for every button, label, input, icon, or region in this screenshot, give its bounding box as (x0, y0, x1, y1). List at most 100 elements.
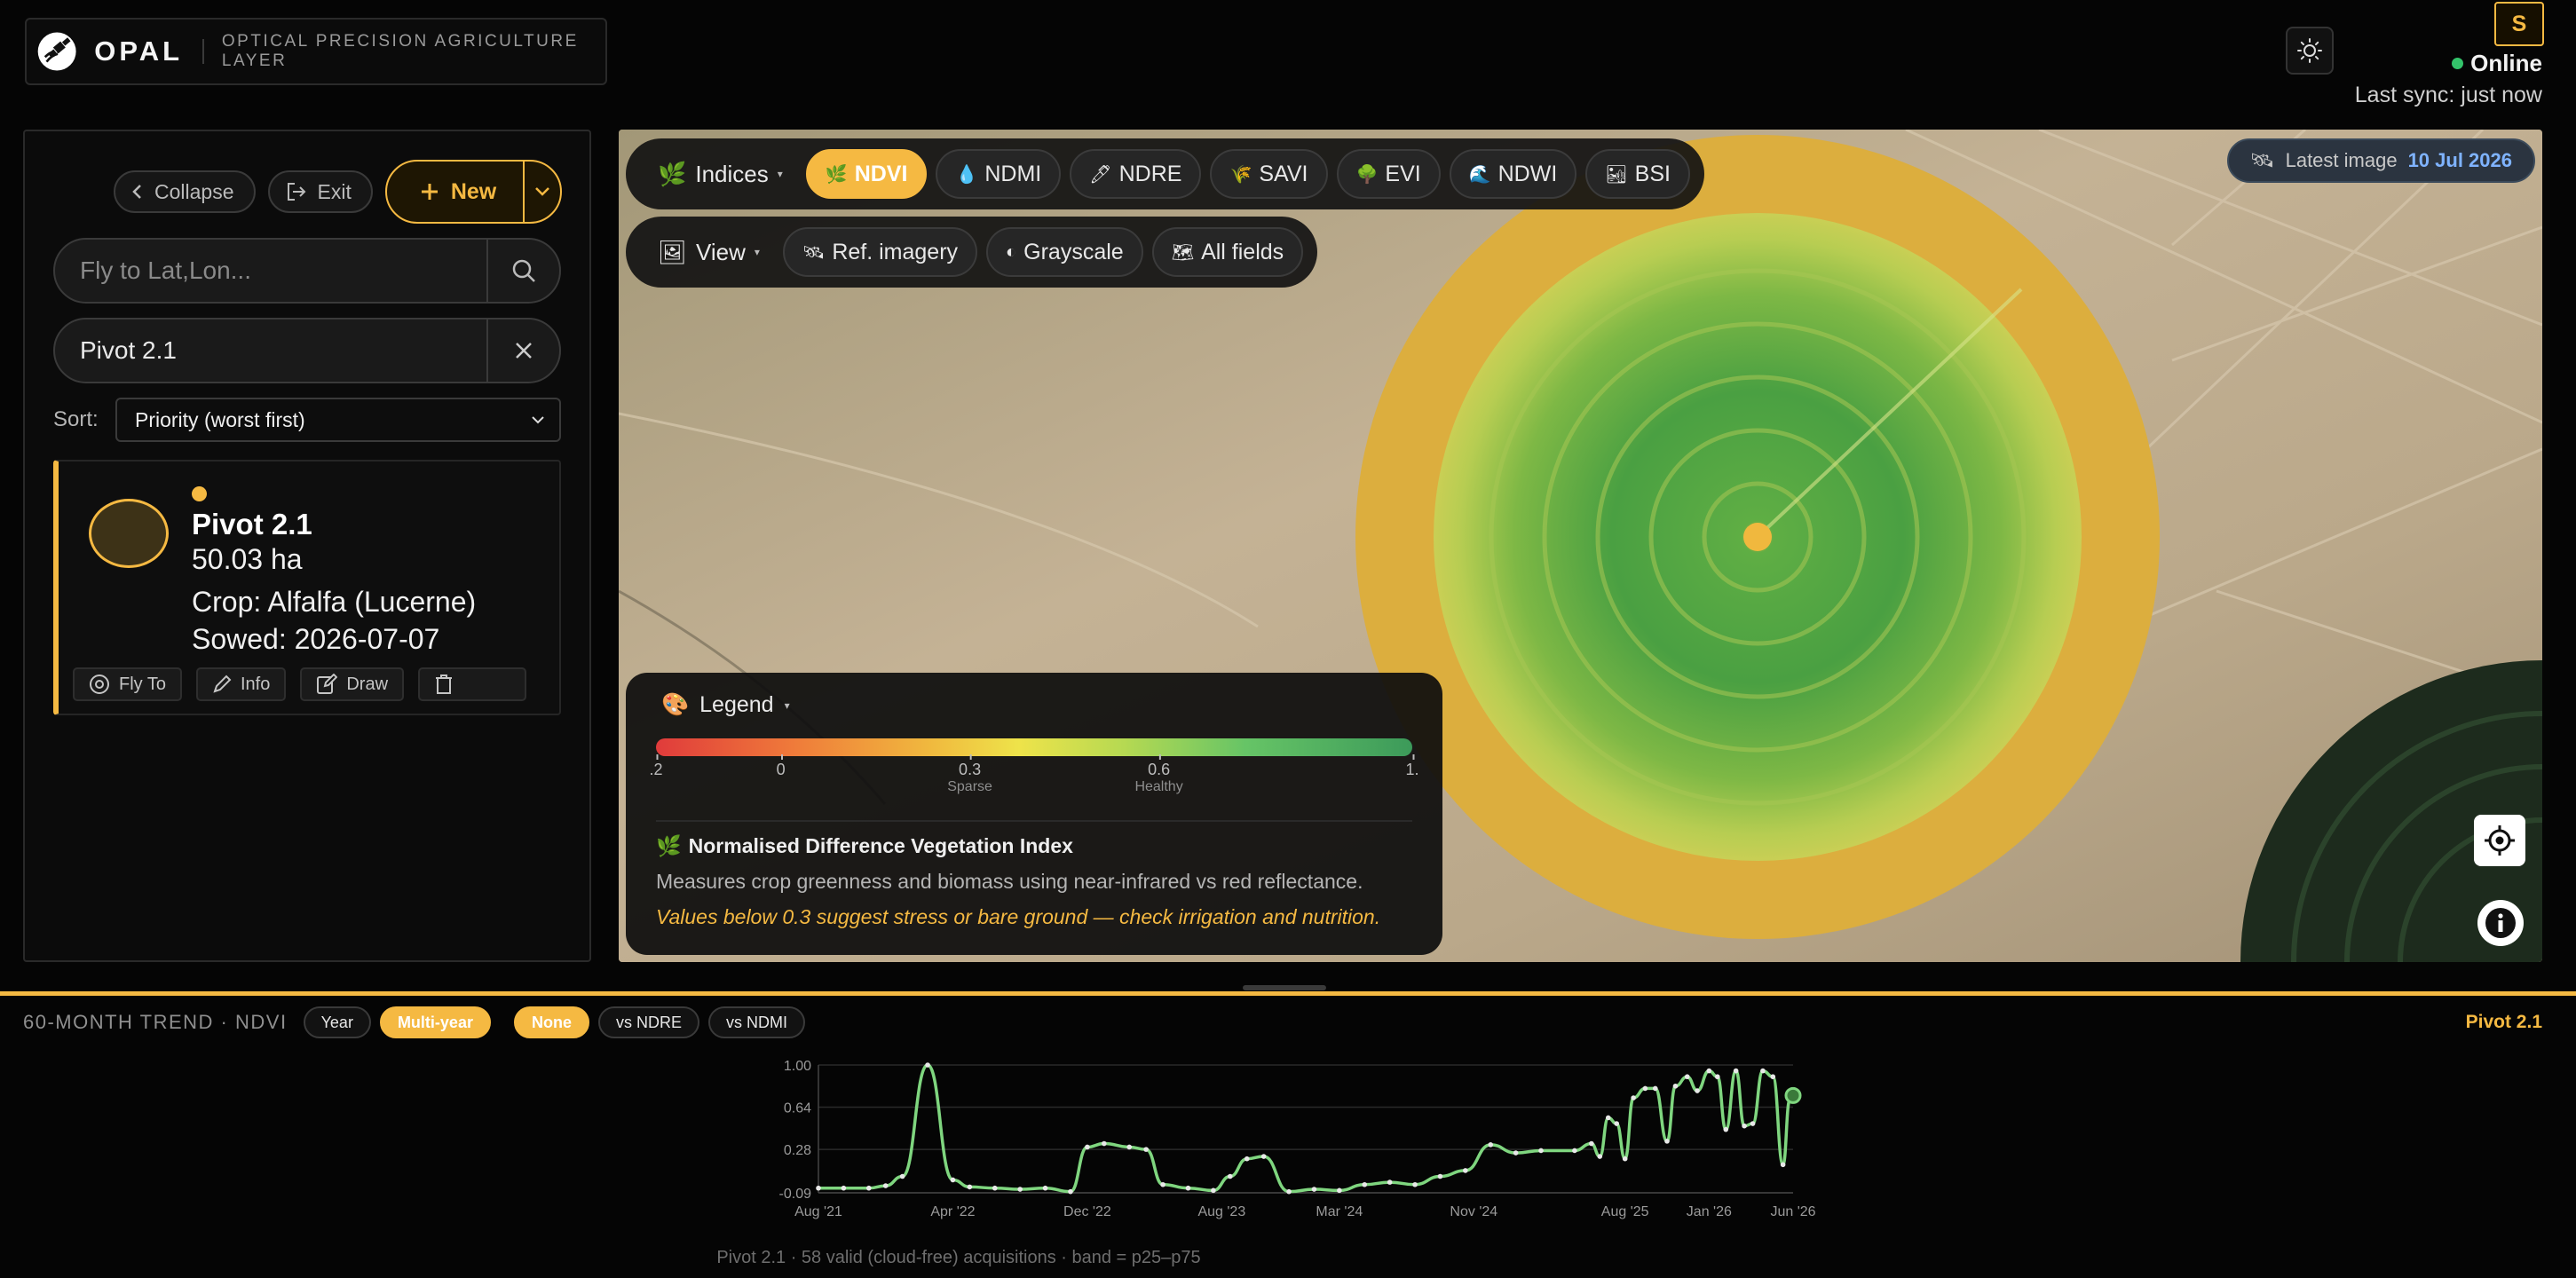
index-chip-ndvi[interactable]: 🌿 NDVI (805, 149, 928, 199)
collapse-label: Collapse (154, 179, 234, 203)
exit-button[interactable]: Exit (267, 170, 373, 213)
legend-tick-label: 0.3 (959, 761, 982, 778)
user-avatar[interactable]: S (2494, 2, 2544, 46)
data-point (1337, 1187, 1342, 1194)
legend-divider (656, 820, 1412, 822)
connection-status: Online Last sync: just now (2355, 50, 2542, 108)
field-thumbnail (89, 499, 169, 568)
legend-header[interactable]: 🎨 Legend ▾ (661, 692, 790, 718)
legend-tick-label: .2 (649, 761, 663, 778)
trend-panel-divider[interactable] (0, 991, 2576, 996)
view-chip-label: Ref. imagery (832, 239, 959, 264)
data-point (882, 1183, 889, 1188)
trend-header: 60-MONTH TREND · NDVI Year Multi-year No… (23, 1006, 805, 1038)
dropdown-dot-icon: ▾ (777, 168, 783, 180)
index-chip-label: SAVI (1259, 161, 1308, 186)
field-filter-input[interactable] (55, 320, 486, 382)
data-point (1652, 1085, 1658, 1092)
view-label: View (696, 238, 746, 265)
field-filter (53, 318, 561, 383)
legend-tick: 0.3 Sparse (947, 754, 992, 795)
compare-ndmi-button[interactable]: vs NDMI (707, 1006, 805, 1038)
legend-tick: 0.6 Healthy (1134, 754, 1183, 795)
map-view[interactable]: 🌿 Indices ▾ 🌿 NDVI 💧 NDMI 🖊 NDRE 🌾 SAVI 🌳 EVI… (619, 130, 2542, 962)
compare-none-button[interactable]: None (513, 1006, 589, 1038)
data-point (1437, 1173, 1443, 1179)
fly-to-input[interactable] (55, 240, 486, 302)
search-button[interactable] (486, 240, 559, 302)
search-icon (512, 259, 535, 282)
online-indicator: Online (2355, 50, 2542, 77)
index-chip-label: BSI (1634, 161, 1671, 186)
index-description: Measures crop greenness and biomass usin… (656, 870, 1363, 893)
data-point (1589, 1140, 1594, 1147)
latest-data-point (1784, 1086, 1802, 1104)
data-point (1614, 1121, 1620, 1126)
new-field-button[interactable]: New (384, 160, 563, 224)
data-point (1733, 1068, 1739, 1074)
data-point (1605, 1115, 1611, 1121)
sort-label: Sort: (53, 407, 99, 431)
field-sowed-date: Sowed: 2026-07-07 (192, 623, 440, 655)
view-chip-label: All fields (1201, 239, 1284, 264)
data-point (1770, 1074, 1776, 1080)
index-chip-bsi[interactable]: 🏜 BSI (1585, 149, 1690, 199)
index-chip-ndmi[interactable]: 💧 NDMI (936, 149, 1062, 199)
palette-icon: 🎨 (661, 692, 690, 717)
draw-button[interactable]: Draw (300, 667, 405, 701)
data-point (1513, 1150, 1519, 1156)
data-point (1750, 1121, 1756, 1126)
x-tick-label: Apr '22 (930, 1204, 975, 1219)
info-button[interactable]: Info (195, 667, 287, 701)
field-crop: Crop: Alfalfa (Lucerne) (192, 586, 477, 618)
theme-toggle-button[interactable] (2286, 27, 2334, 75)
view-menu[interactable]: 🖼 View ▾ (640, 239, 774, 266)
fly-to-button[interactable]: Fly To (73, 667, 182, 701)
data-point (1463, 1168, 1468, 1173)
index-chip-ndre[interactable]: 🖊 NDRE (1070, 149, 1202, 199)
field-area: 50.03 ha (192, 543, 303, 575)
new-options-dropdown[interactable] (525, 162, 560, 222)
index-chip-savi[interactable]: 🌾 SAVI (1210, 149, 1328, 199)
range-year-button[interactable]: Year (303, 1006, 371, 1038)
delete-button[interactable] (418, 667, 527, 701)
view-chip-grayscale[interactable]: ◐ Grayscale (986, 227, 1143, 277)
legend-title: Legend (699, 692, 774, 717)
collapse-button[interactable]: Collapse (114, 170, 256, 213)
data-point (1228, 1173, 1233, 1179)
new-label: New (450, 178, 497, 204)
compare-ndre-button[interactable]: vs NDRE (597, 1006, 699, 1038)
resize-handle[interactable] (1243, 985, 1326, 990)
field-card[interactable]: Pivot 2.1 50.03 ha Crop: Alfalfa (Lucern… (53, 460, 561, 715)
clear-filter-button[interactable] (486, 320, 559, 382)
data-point (1631, 1095, 1636, 1100)
view-chip-all-fields[interactable]: 🗺 All fields (1151, 227, 1304, 277)
draw-label: Draw (346, 674, 389, 694)
ndvi-trend-chart[interactable]: 1.00 0.64 0.28 -0.09 Aug '21 Apr '22 Dec '22 Au… (763, 1047, 1829, 1225)
map-info-button[interactable] (2477, 900, 2524, 946)
data-point (1760, 1068, 1766, 1074)
data-point (1642, 1085, 1648, 1092)
index-chip-label: NDRE (1118, 161, 1182, 186)
info-label: Info (240, 674, 271, 694)
index-chip-ndwi[interactable]: 🌊 NDWI (1449, 149, 1577, 199)
desert-icon: 🏜 (1605, 164, 1628, 185)
y-tick-label: 0.64 (784, 1101, 811, 1116)
dropdown-dot-icon: ▾ (784, 698, 790, 712)
data-point (1042, 1185, 1048, 1191)
leaf-icon: 🌿 (825, 164, 848, 185)
view-chip-ref-imagery[interactable]: 🛰 Ref. imagery (782, 227, 978, 277)
locate-button[interactable] (2474, 815, 2525, 866)
new-field-main[interactable]: New (387, 162, 525, 222)
data-point (1160, 1181, 1166, 1187)
x-tick-label: Nov '24 (1450, 1204, 1497, 1219)
legend-tick-caption: Sparse (947, 779, 992, 794)
x-tick-label: Aug '25 (1601, 1204, 1649, 1219)
chevron-down-icon (532, 416, 544, 424)
sort-select[interactable]: Priority (worst first) (115, 398, 561, 442)
range-multi-year-button[interactable]: Multi-year (379, 1006, 491, 1038)
fly-to-search (53, 238, 561, 304)
indices-menu[interactable]: 🌿 Indices ▾ (640, 161, 797, 188)
brand-divider (202, 39, 204, 64)
index-chip-evi[interactable]: 🌳 EVI (1336, 149, 1441, 199)
